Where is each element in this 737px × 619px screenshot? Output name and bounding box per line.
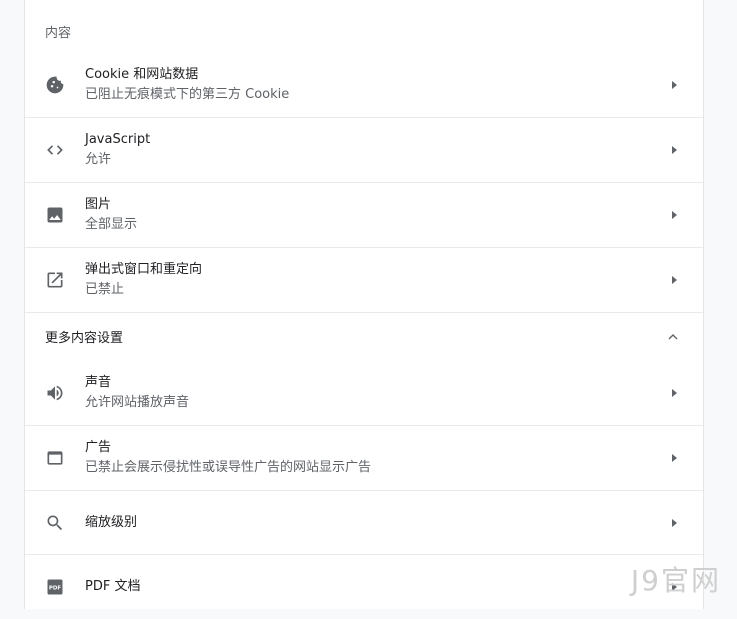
popups-settings-row[interactable]: 弹出式窗口和重定向 已禁止	[25, 248, 703, 313]
arrow-right-icon	[672, 454, 677, 462]
javascript-sublabel: 允许	[85, 150, 150, 170]
chevron-up-icon[interactable]	[665, 329, 681, 345]
image-icon	[45, 205, 65, 225]
sound-label: 声音	[85, 373, 189, 393]
javascript-settings-row[interactable]: JavaScript 允许	[25, 118, 703, 183]
volume-icon	[45, 383, 65, 403]
ads-sublabel: 已禁止会展示侵扰性或误导性广告的网站显示广告	[85, 458, 371, 478]
images-settings-row[interactable]: 图片 全部显示	[25, 183, 703, 248]
zoom-icon	[45, 513, 65, 533]
cookie-settings-row[interactable]: Cookie 和网站数据 已阻止无痕模式下的第三方 Cookie	[25, 52, 703, 118]
popups-sublabel: 已禁止	[85, 280, 202, 300]
ads-icon	[45, 448, 65, 468]
images-label: 图片	[85, 195, 137, 215]
javascript-label: JavaScript	[85, 130, 150, 150]
more-content-settings-toggle[interactable]: 更多内容设置	[25, 313, 703, 361]
sound-sublabel: 允许网站播放声音	[85, 393, 189, 413]
cookie-label: Cookie 和网站数据	[85, 65, 289, 85]
sound-settings-row[interactable]: 声音 允许网站播放声音	[25, 361, 703, 426]
arrow-right-icon	[672, 146, 677, 154]
cookie-sublabel: 已阻止无痕模式下的第三方 Cookie	[85, 85, 289, 105]
ads-label: 广告	[85, 438, 371, 458]
arrow-right-icon	[672, 81, 677, 89]
ads-settings-row[interactable]: 广告 已禁止会展示侵扰性或误导性广告的网站显示广告	[25, 426, 703, 491]
pdf-settings-row[interactable]: PDF PDF 文档	[25, 555, 703, 619]
cookie-icon	[45, 75, 65, 95]
more-content-settings-title: 更多内容设置	[45, 327, 123, 346]
svg-text:PDF: PDF	[49, 586, 61, 592]
images-sublabel: 全部显示	[85, 215, 137, 235]
arrow-right-icon	[672, 211, 677, 219]
open-in-new-icon	[45, 270, 65, 290]
zoom-label: 缩放级别	[85, 513, 137, 533]
zoom-settings-row[interactable]: 缩放级别	[25, 491, 703, 555]
content-section-title: 内容	[45, 22, 71, 41]
watermark: J9官网	[631, 559, 721, 599]
arrow-right-icon	[672, 389, 677, 397]
pdf-icon: PDF	[45, 577, 65, 597]
content-settings-card: 内容 Cookie 和网站数据 已阻止无痕模式下的第三方 Cookie Java…	[24, 0, 704, 609]
arrow-right-icon	[672, 519, 677, 527]
code-icon	[45, 140, 65, 160]
pdf-label: PDF 文档	[85, 577, 140, 597]
popups-label: 弹出式窗口和重定向	[85, 260, 202, 280]
arrow-right-icon	[672, 276, 677, 284]
